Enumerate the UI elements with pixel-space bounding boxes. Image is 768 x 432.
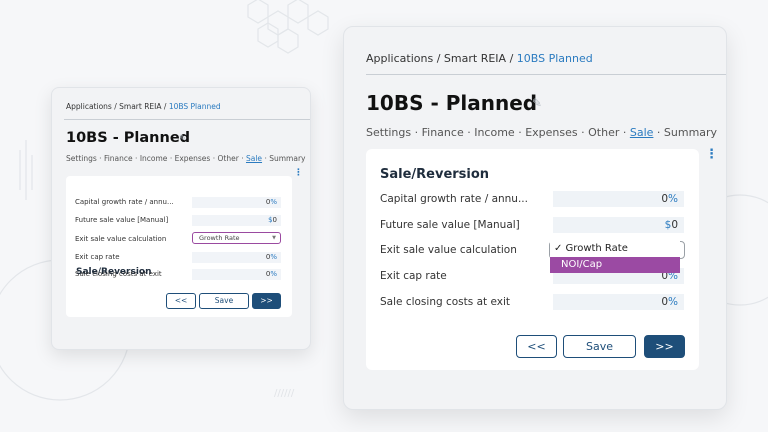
- breadcrumb: Applications / Smart REIA / 10BS Planned: [66, 102, 221, 111]
- tab-settings[interactable]: Settings: [366, 126, 411, 139]
- tab-summary[interactable]: Summary: [664, 126, 717, 139]
- closing-costs-value: 0: [661, 296, 669, 308]
- exit-calc-selected: Growth Rate: [199, 234, 240, 242]
- capital-growth-input[interactable]: 0%: [192, 197, 281, 208]
- closing-costs-label: Sale closing costs at exit: [380, 296, 510, 308]
- tab-separator: ·: [581, 126, 585, 139]
- page-title: 10BS - Planned: [66, 130, 191, 146]
- exit-cap-label: Exit cap rate: [380, 270, 447, 282]
- breadcrumb-applications[interactable]: Applications: [66, 102, 112, 111]
- future-sale-value: 0: [671, 219, 678, 231]
- closing-costs-input[interactable]: 0%: [553, 294, 684, 310]
- prev-button[interactable]: <<: [516, 335, 557, 358]
- breadcrumb-applications[interactable]: Applications: [366, 52, 433, 65]
- breadcrumb-smart-reia[interactable]: Smart REIA: [119, 102, 161, 111]
- tab-finance[interactable]: Finance: [104, 154, 133, 163]
- next-button[interactable]: >>: [644, 335, 685, 358]
- tab-income[interactable]: Income: [140, 154, 168, 163]
- tab-expenses[interactable]: Expenses: [175, 154, 211, 163]
- breadcrumb-current: 10BS Planned: [168, 102, 221, 111]
- section-title: Sale/Reversion: [380, 167, 490, 182]
- capital-growth-value: 0: [661, 193, 669, 205]
- capital-growth-input[interactable]: 0%: [553, 191, 684, 207]
- percent-unit: %: [668, 296, 678, 308]
- tab-separator: ·: [518, 126, 522, 139]
- breadcrumb-separator: /: [114, 102, 117, 111]
- sale-panel: Sale/Reversion Capital growth rate / ann…: [366, 149, 699, 370]
- tab-other[interactable]: Other: [588, 126, 619, 139]
- exit-calc-select[interactable]: Growth Rate ▼: [192, 232, 281, 244]
- divider: [64, 119, 310, 120]
- background-window: Applications / Smart REIA / 10BS Planned…: [51, 87, 311, 350]
- dropdown-option-noi-cap[interactable]: NOI/Cap: [550, 257, 680, 273]
- tab-expenses[interactable]: Expenses: [525, 126, 577, 139]
- breadcrumb-smart-reia[interactable]: Smart REIA: [444, 52, 506, 65]
- tab-separator: ·: [264, 154, 267, 163]
- tab-separator: ·: [99, 154, 102, 163]
- prev-button[interactable]: <<: [166, 293, 196, 309]
- tab-separator: ·: [169, 154, 173, 163]
- tab-other[interactable]: Other: [218, 154, 239, 163]
- pencil-icon[interactable]: ✎: [532, 96, 542, 110]
- page-title: 10BS - Planned: [366, 91, 538, 115]
- percent-unit: %: [270, 198, 277, 206]
- capital-growth-label: Capital growth rate / annu...: [75, 198, 174, 206]
- closing-costs-label: Sale closing costs at exit: [75, 270, 162, 278]
- svg-text://////: //////: [274, 388, 295, 399]
- percent-unit: %: [270, 253, 277, 261]
- foreground-window: Applications / Smart REIA / 10BS Planned…: [343, 26, 727, 410]
- future-sale-value: 0: [272, 216, 277, 224]
- save-button[interactable]: Save: [199, 293, 249, 309]
- kebab-menu-icon[interactable]: ⋮: [705, 147, 718, 162]
- save-button[interactable]: Save: [563, 335, 636, 358]
- tab-separator: ·: [212, 154, 216, 163]
- chevron-down-icon: ▼: [272, 235, 276, 241]
- breadcrumb-current: 10BS Planned: [516, 52, 593, 65]
- tab-separator: ·: [656, 126, 661, 139]
- tab-separator: ·: [467, 126, 471, 139]
- next-button[interactable]: >>: [252, 293, 281, 309]
- exit-calc-label: Exit sale value calculation: [380, 244, 517, 256]
- tab-income[interactable]: Income: [474, 126, 514, 139]
- exit-calc-dropdown-menu: ✓ Growth Rate NOI/Cap: [550, 241, 680, 273]
- future-sale-label: Future sale value [Manual]: [380, 219, 520, 231]
- tab-finance[interactable]: Finance: [422, 126, 464, 139]
- closing-costs-input[interactable]: 0%: [192, 269, 281, 280]
- breadcrumb-separator: /: [163, 102, 167, 111]
- exit-calc-label: Exit sale value calculation: [75, 235, 167, 243]
- kebab-menu-icon[interactable]: ⋮: [294, 168, 303, 178]
- percent-unit: %: [668, 193, 678, 205]
- breadcrumb-separator: /: [509, 52, 514, 65]
- tab-separator: ·: [241, 154, 244, 163]
- tab-summary[interactable]: Summary: [269, 154, 305, 163]
- tab-separator: ·: [414, 126, 419, 139]
- tab-sale[interactable]: Sale: [630, 126, 654, 139]
- dropdown-option-growth-rate[interactable]: ✓ Growth Rate: [550, 241, 680, 257]
- breadcrumb: Applications / Smart REIA / 10BS Planned: [366, 52, 593, 65]
- tab-settings[interactable]: Settings: [66, 154, 97, 163]
- tab-bar: Settings · Finance · Income · Expenses ·…: [66, 154, 305, 163]
- exit-cap-label: Exit cap rate: [75, 253, 120, 261]
- percent-unit: %: [270, 270, 277, 278]
- exit-cap-input[interactable]: 0%: [192, 252, 281, 263]
- future-sale-label: Future sale value [Manual]: [75, 216, 169, 224]
- pencil-icon[interactable]: ✎: [179, 134, 187, 144]
- breadcrumb-separator: /: [436, 52, 441, 65]
- future-sale-input[interactable]: $0: [192, 215, 281, 226]
- tab-separator: ·: [622, 126, 627, 139]
- tab-sale[interactable]: Sale: [246, 154, 262, 163]
- future-sale-input[interactable]: $0: [553, 217, 684, 233]
- tab-separator: ·: [135, 154, 138, 163]
- tab-bar: Settings · Finance · Income · Expenses ·…: [366, 126, 717, 139]
- divider: [366, 74, 726, 75]
- capital-growth-label: Capital growth rate / annu...: [380, 193, 528, 205]
